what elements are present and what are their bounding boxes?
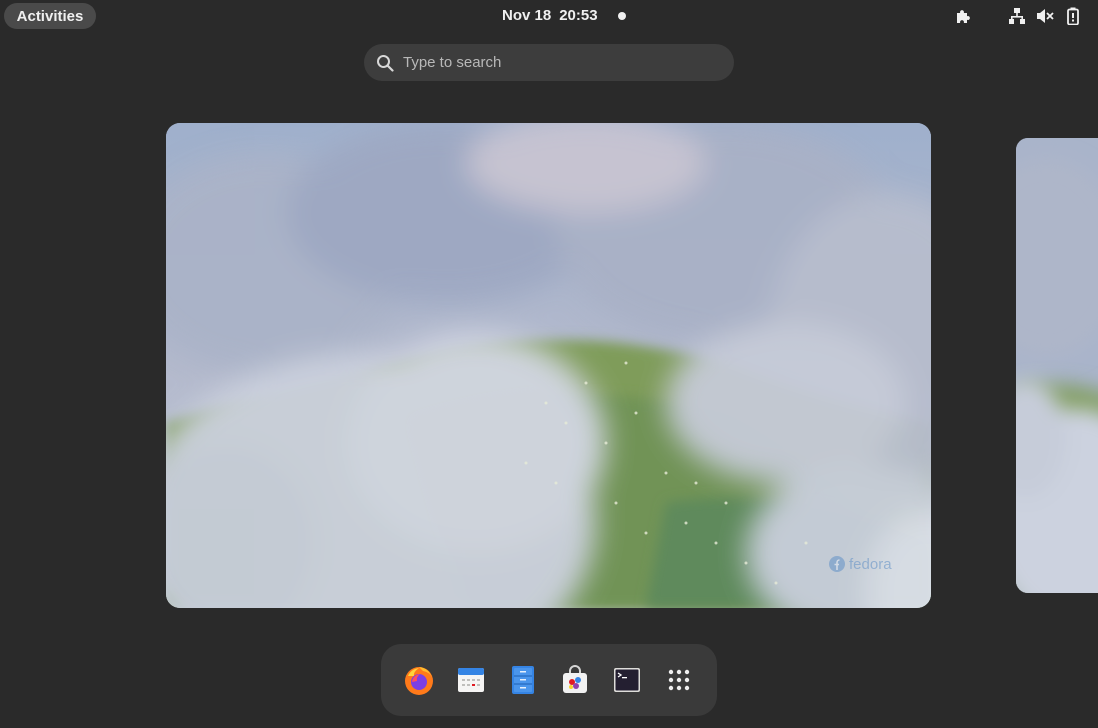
- search-input[interactable]: [403, 54, 703, 71]
- volume-muted-icon[interactable]: [1036, 7, 1054, 25]
- files-icon: [512, 666, 534, 694]
- fedora-logo-icon: [829, 556, 845, 572]
- firefox-icon: [405, 667, 433, 695]
- battery-icon[interactable]: [1064, 7, 1082, 25]
- wallpaper-image: [166, 123, 931, 608]
- calendar-icon: [458, 668, 484, 692]
- dock-item-firefox[interactable]: [403, 664, 435, 696]
- dock-item-calendar[interactable]: [455, 664, 487, 696]
- clock-time: 20:53: [559, 7, 598, 24]
- network-wired-icon[interactable]: [1008, 7, 1026, 25]
- dock-item-files[interactable]: [507, 664, 539, 696]
- show-apps-icon: [668, 669, 690, 691]
- top-bar: Activities Nov 18 20:53: [0, 0, 1098, 32]
- notification-indicator: [618, 12, 626, 20]
- fedora-logo-text: fedora: [849, 555, 892, 573]
- fedora-logo: fedora: [828, 555, 892, 573]
- workspace-thumbnail-current[interactable]: fedora: [166, 123, 931, 608]
- terminal-icon: [614, 668, 640, 692]
- extensions-icon[interactable]: [954, 7, 972, 25]
- dash-dock: [381, 644, 717, 716]
- clock-date: Nov 18: [502, 7, 552, 24]
- workspace-thumbnail-next[interactable]: [1016, 138, 1098, 593]
- dock-item-show-apps[interactable]: [663, 664, 695, 696]
- dock-item-terminal[interactable]: [611, 664, 643, 696]
- search-icon: [377, 54, 394, 72]
- clock-button[interactable]: Nov 18 20:53: [502, 7, 598, 24]
- software-icon: [563, 665, 587, 693]
- wallpaper-image-next: [1016, 138, 1098, 593]
- dock-item-software[interactable]: [559, 664, 591, 696]
- search-bar[interactable]: [364, 44, 734, 81]
- activities-button[interactable]: Activities: [4, 3, 96, 29]
